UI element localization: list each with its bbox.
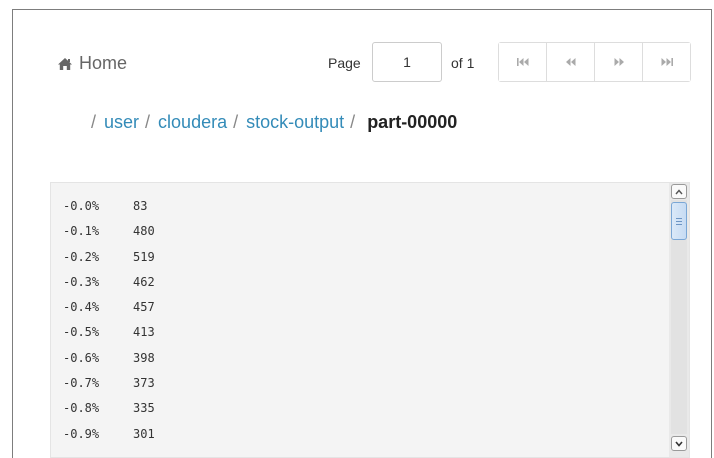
line-value: 457 (133, 300, 155, 315)
line-key: -0.5% (63, 325, 100, 340)
home-link[interactable]: Home (57, 53, 127, 74)
line-key: -0.1% (63, 224, 100, 239)
content-line: -0.2% 519 (63, 250, 155, 275)
file-content-area[interactable]: -0.0% 83 -0.1% 480 -0.2% 519 -0.3% 462 -0.4%… (50, 182, 690, 458)
previous-page-icon (565, 58, 575, 66)
content-line: -0.0% 83 (63, 199, 155, 224)
grip-icon (676, 217, 682, 225)
last-page-icon (661, 58, 673, 66)
page-count-label: of 1 (451, 55, 475, 71)
line-value: 462 (133, 274, 155, 289)
content-line: -0.3% 462 (63, 275, 155, 300)
content-line: -0.6% 398 (63, 351, 155, 376)
scroll-thumb[interactable] (671, 202, 687, 240)
content-line: -0.8% 335 (63, 401, 155, 426)
breadcrumb-current-file: part-00000 (367, 112, 458, 132)
last-page-button[interactable] (643, 43, 690, 81)
chevron-down-icon (675, 440, 683, 447)
breadcrumb: / user / cloudera / stock-output / part-… (91, 112, 457, 133)
content-line: -0.1% 480 (63, 224, 155, 249)
chevron-up-icon (675, 188, 683, 194)
line-value: 83 (133, 199, 148, 213)
next-page-button[interactable] (595, 43, 643, 81)
page-label: Page (328, 55, 361, 71)
line-value: 413 (133, 325, 155, 340)
breadcrumb-separator: / (350, 112, 356, 132)
line-key: -0.4% (63, 300, 100, 315)
breadcrumb-separator: / (145, 112, 151, 132)
breadcrumb-item-cloudera[interactable]: cloudera (158, 112, 227, 133)
breadcrumb-separator: / (233, 112, 239, 132)
scroll-up-button[interactable] (671, 184, 687, 199)
vertical-scrollbar[interactable] (669, 183, 689, 457)
line-key: -0.3% (63, 274, 100, 289)
line-value: 335 (133, 401, 155, 416)
line-value: 398 (133, 350, 155, 365)
content-line: -0.7% 373 (63, 376, 155, 401)
first-page-button[interactable] (499, 43, 547, 81)
breadcrumb-item-user[interactable]: user (104, 112, 139, 133)
line-value: 519 (133, 249, 155, 264)
line-value: 480 (133, 224, 155, 239)
home-icon (58, 57, 72, 70)
content-line: -0.5% 413 (63, 325, 155, 350)
content-line: -0.9% 301 (63, 427, 155, 452)
next-page-icon (614, 58, 624, 66)
line-value: 301 (133, 426, 155, 441)
previous-page-button[interactable] (547, 43, 595, 81)
line-key: -0.2% (63, 249, 100, 264)
content-line: -0.4% 457 (63, 300, 155, 325)
page-number-input[interactable] (372, 42, 442, 82)
scroll-down-button[interactable] (671, 436, 687, 451)
pagination-controls (498, 42, 691, 82)
line-key: -0.0% (63, 199, 100, 213)
line-key: -0.6% (63, 350, 100, 365)
line-key: -0.9% (63, 426, 100, 441)
breadcrumb-item-stock-output[interactable]: stock-output (246, 112, 344, 133)
line-key: -0.7% (63, 376, 100, 391)
home-label: Home (79, 53, 128, 73)
file-content-lines: -0.0% 83 -0.1% 480 -0.2% 519 -0.3% 462 -0.4%… (63, 199, 155, 452)
first-page-icon (516, 58, 528, 66)
breadcrumb-separator: / (91, 112, 97, 132)
line-key: -0.8% (63, 401, 100, 416)
line-value: 373 (133, 376, 155, 391)
